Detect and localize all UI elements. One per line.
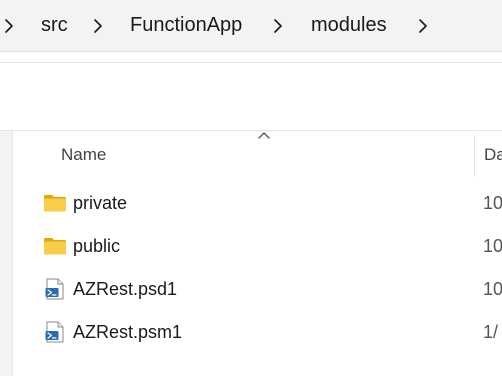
file-name[interactable]: private bbox=[73, 192, 127, 214]
date-modified: 10 bbox=[483, 193, 502, 213]
column-header-date[interactable]: Da bbox=[484, 145, 502, 165]
column-divider[interactable] bbox=[474, 135, 475, 177]
folder-icon bbox=[43, 234, 67, 258]
powershell-file-icon bbox=[43, 320, 67, 344]
command-bar bbox=[0, 62, 502, 131]
list-item[interactable]: AZRest.psd1 10 bbox=[13, 267, 502, 310]
file-name[interactable]: AZRest.psd1 bbox=[73, 278, 177, 300]
file-name[interactable]: AZRest.psm1 bbox=[73, 321, 182, 343]
sort-ascending-icon bbox=[257, 131, 271, 139]
chevron-right-icon[interactable] bbox=[273, 17, 283, 35]
chevron-right-icon[interactable] bbox=[4, 17, 14, 35]
chevron-right-icon[interactable] bbox=[418, 17, 428, 35]
file-name[interactable]: public bbox=[73, 235, 120, 257]
date-modified: 10 bbox=[483, 236, 502, 256]
column-header-name[interactable]: Name bbox=[61, 145, 106, 165]
breadcrumb-item-src[interactable]: src bbox=[41, 13, 68, 37]
navigation-pane[interactable] bbox=[0, 131, 13, 376]
breadcrumb-item-modules[interactable]: modules bbox=[311, 13, 387, 37]
chevron-right-icon[interactable] bbox=[93, 17, 103, 35]
breadcrumb-item-functionapp[interactable]: FunctionApp bbox=[130, 13, 242, 37]
list-item[interactable]: AZRest.psm1 1/ bbox=[13, 310, 502, 353]
list-item[interactable]: public 10 bbox=[13, 224, 502, 267]
powershell-file-icon bbox=[43, 277, 67, 301]
folder-icon bbox=[43, 191, 67, 215]
breadcrumb: src FunctionApp modules bbox=[0, 0, 502, 52]
date-modified: 1/ bbox=[483, 322, 499, 342]
list-item[interactable]: private 10 bbox=[13, 181, 502, 224]
date-modified: 10 bbox=[483, 279, 502, 299]
file-explorer-window: src FunctionApp modules Name Da private … bbox=[0, 0, 502, 376]
